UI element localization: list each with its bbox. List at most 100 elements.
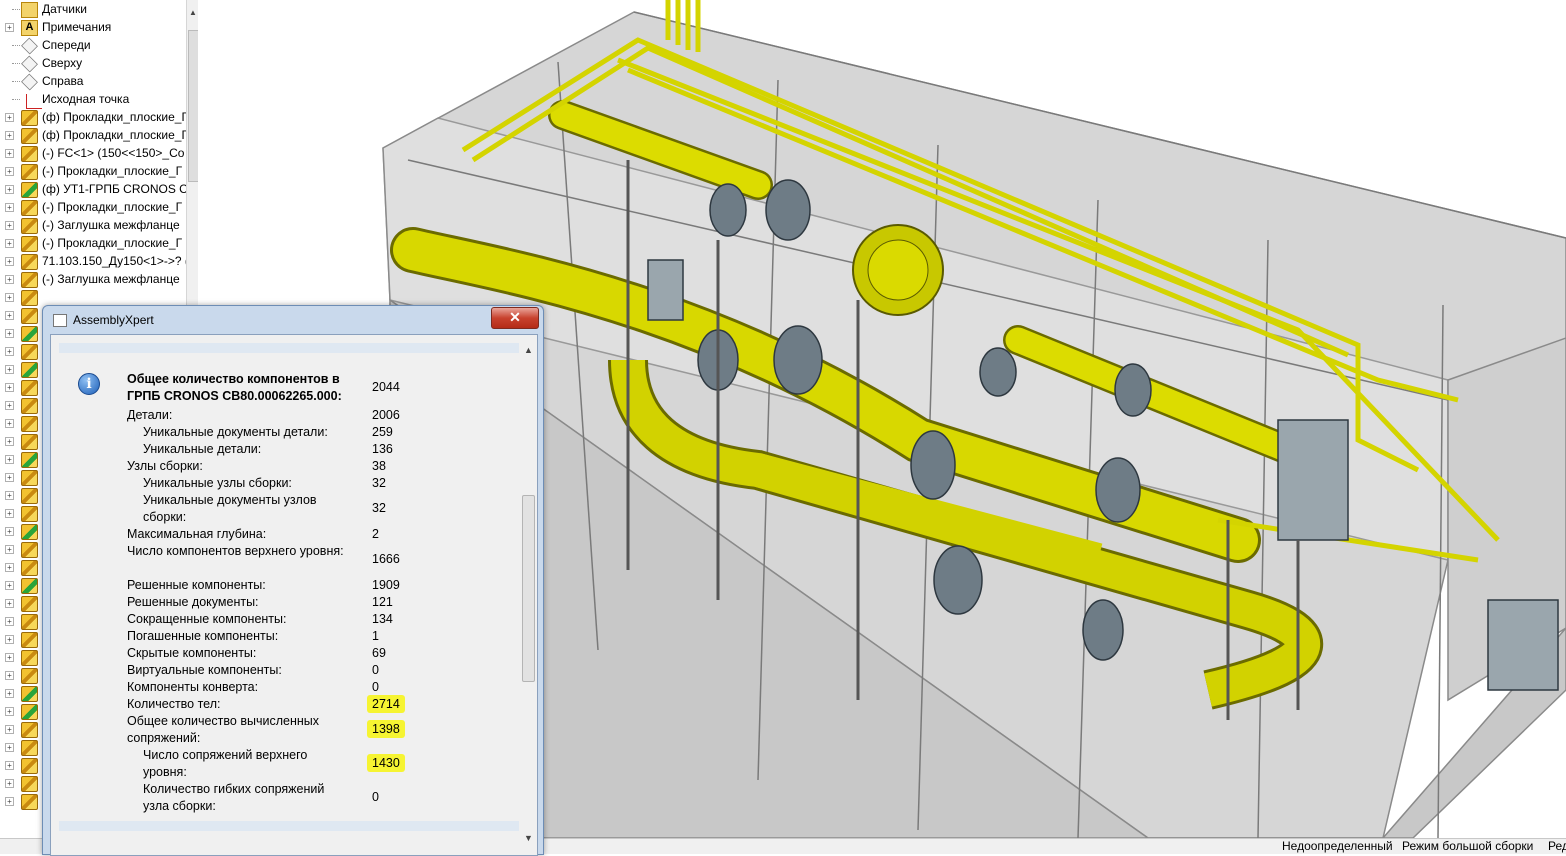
expand-icon[interactable]: + [5,347,14,356]
plane-icon [21,37,38,55]
close-button[interactable]: ✕ [491,307,539,329]
expand-icon[interactable]: + [5,23,14,32]
tree-item[interactable]: + (-) Заглушка межфланце [0,270,186,288]
tree-item-label: Исходная точка [42,92,130,106]
expand-icon[interactable]: + [5,455,14,464]
tree-item[interactable]: + [0,378,40,396]
tree-item[interactable]: + [0,738,40,756]
tree-item[interactable]: + (-) Прокладки_плоские_Г [0,162,186,180]
tree-item[interactable]: + [0,468,40,486]
expand-icon[interactable]: + [5,743,14,752]
expand-icon[interactable]: + [5,599,14,608]
tree-item[interactable]: + [0,342,40,360]
scroll-up-icon[interactable]: ▲ [189,8,197,17]
scroll-down-icon[interactable]: ▼ [524,833,533,843]
expand-icon[interactable]: + [5,653,14,662]
tree-item[interactable]: + [0,774,40,792]
expand-icon[interactable]: + [5,149,14,158]
expand-icon[interactable]: + [5,509,14,518]
scroll-up-icon[interactable]: ▲ [524,345,533,355]
expand-icon[interactable]: + [5,383,14,392]
tree-item[interactable]: + [0,720,40,738]
status-edit[interactable]: Ред [1548,839,1566,854]
tree-item[interactable]: + (-) Прокладки_плоские_Г [0,234,186,252]
tree-item[interactable]: + [0,522,40,540]
tree-item[interactable]: + (ф) Прокладки_плоские_Г [0,108,188,126]
tree-item[interactable]: + [0,504,40,522]
stat-value: 2714 [367,695,405,713]
expand-icon[interactable]: + [5,185,14,194]
expand-icon[interactable]: + [5,311,14,320]
expand-icon[interactable]: + [5,293,14,302]
tree-item[interactable]: Исходная точка [0,90,186,109]
tree-item[interactable]: + [0,756,40,774]
expand-icon[interactable]: + [5,257,14,266]
tree-item[interactable]: + [0,684,40,702]
expand-icon[interactable]: + [5,707,14,716]
dialog-title-bar[interactable]: AssemblyXpert ✕ [51,307,539,330]
expand-icon[interactable]: + [5,635,14,644]
tree-item[interactable]: +71.103.150_Ду150<1>->? (I [0,252,192,270]
expand-icon[interactable]: + [5,203,14,212]
tree-item[interactable]: Справа [0,72,186,91]
tree-item[interactable]: + A Примечания [0,18,186,36]
expand-icon[interactable]: + [5,779,14,788]
assembly-icon [21,560,38,576]
tree-item[interactable]: + [0,612,40,630]
expand-icon[interactable]: + [5,761,14,770]
dialog-scroll-thumb[interactable] [522,495,535,682]
assembly-icon [21,272,38,288]
tree-item[interactable]: + (-) Заглушка межфланце [0,216,186,234]
tree-item[interactable]: + [0,450,40,468]
expand-icon[interactable]: + [5,365,14,374]
expand-icon[interactable]: + [5,419,14,428]
expand-icon[interactable]: + [5,437,14,446]
tree-item[interactable]: Сверху [0,54,186,73]
tree-item[interactable]: + [0,414,40,432]
tree-item[interactable]: + [0,594,40,612]
status-large-assembly-mode[interactable]: Режим большой сборки [1402,839,1533,854]
dialog-scrollbar[interactable]: ▲ ▼ [521,345,535,845]
tree-item[interactable]: + [0,360,40,378]
tree-item[interactable]: + (-) Прокладки_плоские_Г [0,198,186,216]
expand-icon[interactable]: + [5,167,14,176]
expand-icon[interactable]: + [5,671,14,680]
tree-item[interactable]: + [0,540,40,558]
tree-item[interactable]: + [0,630,40,648]
tree-item[interactable]: + (-) FC<1> (150<<150>_Co [0,144,186,162]
expand-icon[interactable]: + [5,401,14,410]
expand-icon[interactable]: + [5,527,14,536]
tree-item[interactable]: + (ф) Прокладки_плоские_Г [0,126,188,144]
expand-icon[interactable]: + [5,617,14,626]
expand-icon[interactable]: + [5,689,14,698]
expand-icon[interactable]: + [5,239,14,248]
tree-item[interactable]: + [0,558,40,576]
expand-icon[interactable]: + [5,329,14,338]
expand-icon[interactable]: + [5,797,14,806]
expand-icon[interactable]: + [5,113,14,122]
expand-icon[interactable]: + [5,563,14,572]
expand-icon[interactable]: + [5,581,14,590]
tree-item[interactable]: + [0,396,40,414]
expand-icon[interactable]: + [5,131,14,140]
expand-icon[interactable]: + [5,545,14,554]
tree-item[interactable]: + [0,648,40,666]
tree-item[interactable]: + [0,666,40,684]
tree-item[interactable]: + [0,576,40,594]
expand-icon[interactable]: + [5,725,14,734]
expand-icon[interactable]: + [5,491,14,500]
expand-icon[interactable]: + [5,473,14,482]
tree-item[interactable]: + (ф) УТ1-ГРПБ CRONOS CE [0,180,196,198]
tree-item[interactable]: + [0,432,40,450]
tree-item[interactable]: + [0,288,40,306]
tree-item[interactable]: Датчики [0,0,186,18]
tree-item[interactable]: + [0,486,40,504]
tree-item[interactable]: + [0,702,40,720]
tree-item-label: (-) Прокладки_плоские_Г [42,236,183,250]
tree-item[interactable]: + [0,792,40,810]
tree-item[interactable]: + [0,306,40,324]
expand-icon[interactable]: + [5,221,14,230]
tree-item[interactable]: + [0,324,40,342]
tree-item[interactable]: Спереди [0,36,186,55]
expand-icon[interactable]: + [5,275,14,284]
